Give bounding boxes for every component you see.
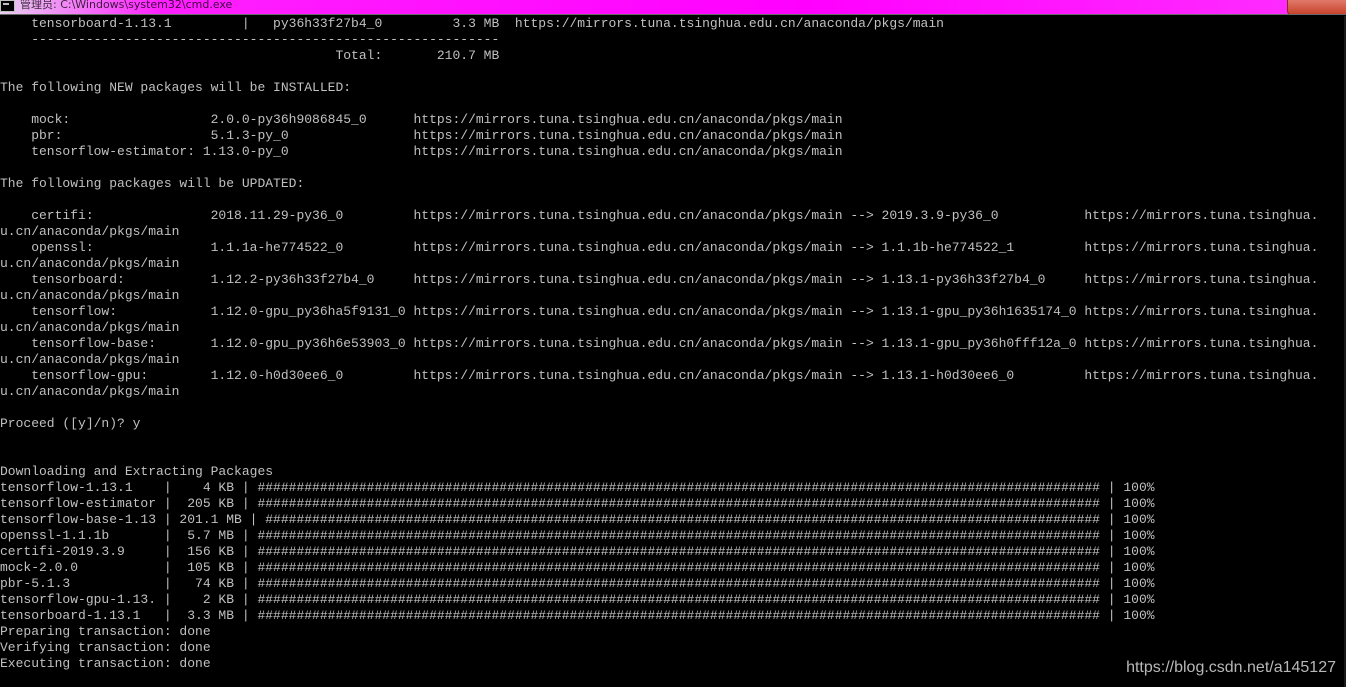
title-bar-divider xyxy=(0,14,1346,15)
title-bar[interactable]: 管理员: C:\Windows\system32\cmd.exe xyxy=(0,0,1346,14)
console-line: u.cn/anaconda/pkgs/main xyxy=(0,384,180,399)
console-line: tensorflow-estimator: 1.13.0-py_0 https:… xyxy=(0,144,843,159)
console-line: Downloading and Extracting Packages xyxy=(0,464,274,479)
console-line: tensorboard-1.13.1 | 3.3 MB | ##########… xyxy=(0,608,1155,623)
console-line: u.cn/anaconda/pkgs/main xyxy=(0,288,180,303)
console-line: The following NEW packages will be INSTA… xyxy=(0,80,352,95)
console-line: tensorflow-base: 1.12.0-gpu_py36h6e53903… xyxy=(0,336,1319,351)
cmd-window: 管理员: C:\Windows\system32\cmd.exe tensorb… xyxy=(0,0,1346,687)
console-line: Proceed ([y]/n)? y xyxy=(0,416,141,431)
console-line: pbr: 5.1.3-py_0 https://mirrors.tuna.tsi… xyxy=(0,128,843,143)
window-title: 管理员: C:\Windows\system32\cmd.exe xyxy=(20,0,233,11)
console-line: tensorboard: 1.12.2-py36h33f27b4_0 https… xyxy=(0,272,1319,287)
console-line: Total: 210.7 MB xyxy=(0,48,500,63)
console-line: openssl: 1.1.1a-he774522_0 https://mirro… xyxy=(0,240,1319,255)
console-line: tensorflow-gpu-1.13. | 2 KB | ##########… xyxy=(0,592,1155,607)
console-output[interactable]: tensorboard-1.13.1 | py36h33f27b4_0 3.3 … xyxy=(0,16,1344,687)
console-icon xyxy=(0,0,15,12)
console-line: pbr-5.1.3 | 74 KB | ####################… xyxy=(0,576,1155,591)
console-line: mock: 2.0.0-py36h9086845_0 https://mirro… xyxy=(0,112,843,127)
console-line: u.cn/anaconda/pkgs/main xyxy=(0,320,180,335)
console-line: Verifying transaction: done xyxy=(0,640,211,655)
console-line: u.cn/anaconda/pkgs/main xyxy=(0,256,180,271)
console-line: openssl-1.1.1b | 5.7 MB | ##############… xyxy=(0,528,1155,543)
console-line: certifi-2019.3.9 | 156 KB | ############… xyxy=(0,544,1155,559)
console-line: The following packages will be UPDATED: xyxy=(0,176,305,191)
console-line: certifi: 2018.11.29-py36_0 https://mirro… xyxy=(0,208,1319,223)
console-line: u.cn/anaconda/pkgs/main xyxy=(0,224,180,239)
console-line: tensorflow-1.13.1 | 4 KB | #############… xyxy=(0,480,1155,495)
console-line: tensorflow-estimator | 205 KB | ########… xyxy=(0,496,1155,511)
console-line: mock-2.0.0 | 105 KB | ##################… xyxy=(0,560,1155,575)
console-line: tensorboard-1.13.1 | py36h33f27b4_0 3.3 … xyxy=(0,16,944,31)
console-line: tensorflow: 1.12.0-gpu_py36ha5f9131_0 ht… xyxy=(0,304,1319,319)
close-button[interactable] xyxy=(1287,0,1346,14)
console-line: Executing transaction: done xyxy=(0,656,211,671)
console-line: Preparing transaction: done xyxy=(0,624,211,639)
watermark: https://blog.csdn.net/a145127 xyxy=(1126,659,1336,676)
console-line: tensorflow-gpu: 1.12.0-h0d30ee6_0 https:… xyxy=(0,368,1319,383)
console-line: ----------------------------------------… xyxy=(0,32,500,47)
console-line: tensorflow-base-1.13 | 201.1 MB | ######… xyxy=(0,512,1155,527)
console-line: u.cn/anaconda/pkgs/main xyxy=(0,352,180,367)
